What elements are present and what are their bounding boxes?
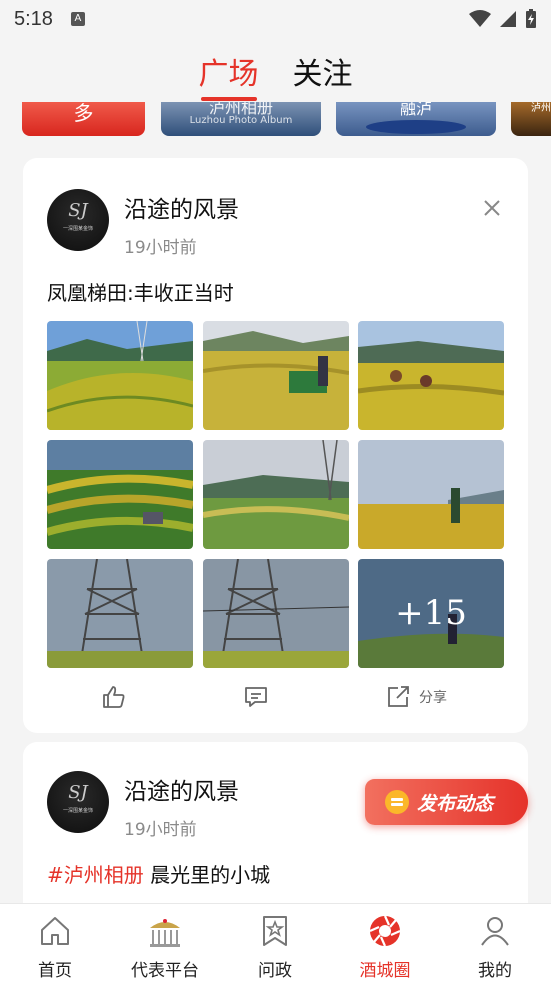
banner-disc-graphic bbox=[366, 120, 466, 134]
post-time: 19小时前 bbox=[124, 238, 197, 258]
camera-shutter-icon bbox=[369, 915, 401, 947]
nav-home[interactable]: 首页 bbox=[0, 904, 110, 981]
status-time: 5:18 bbox=[14, 7, 53, 30]
nav-representative-platform[interactable]: 代表平台 bbox=[110, 904, 220, 981]
bookmark-star-icon bbox=[263, 916, 287, 946]
status-bar: 5:18 A bbox=[0, 0, 551, 38]
post-title[interactable]: 凤凰梯田:丰收正当时 bbox=[47, 277, 234, 306]
topic-tag[interactable]: #泸州相册 bbox=[47, 863, 144, 887]
avatar-monogram: SJ bbox=[68, 782, 88, 803]
banner-more[interactable]: 多 bbox=[22, 102, 145, 136]
photo-thumbnail-more[interactable]: +15 bbox=[358, 559, 504, 668]
nav-jiucheng-circle[interactable]: 酒城圈 bbox=[330, 904, 440, 981]
banner-ronglu[interactable]: 融泸 bbox=[336, 102, 496, 136]
tab-follow[interactable]: 关注 bbox=[289, 49, 357, 93]
home-icon bbox=[41, 917, 69, 945]
hall-icon bbox=[150, 919, 180, 947]
top-tabs: 广场 关注 bbox=[0, 46, 551, 101]
banner-label: 泸州相册 bbox=[208, 102, 273, 117]
banner-label: 泸州 bbox=[531, 103, 551, 114]
thumbs-up-icon bbox=[103, 686, 125, 708]
photo-thumbnail[interactable] bbox=[203, 559, 349, 668]
like-button[interactable] bbox=[101, 680, 127, 714]
share-label: 分享 bbox=[419, 690, 447, 706]
close-icon[interactable] bbox=[482, 198, 502, 218]
banner-luzhou-album[interactable]: 泸州相册 Luzhou Photo Album bbox=[161, 102, 321, 136]
nav-label: 酒城圈 bbox=[359, 961, 411, 981]
photo-thumbnail[interactable] bbox=[203, 321, 349, 430]
battery-icon bbox=[526, 9, 536, 28]
avatar-monogram: SJ bbox=[68, 200, 88, 221]
nav-label: 问政 bbox=[258, 961, 292, 981]
nav-mine[interactable]: 我的 bbox=[440, 904, 550, 981]
banner-carousel: 多 泸州相册 Luzhou Photo Album 融泸 泸州 bbox=[22, 102, 551, 136]
avatar-caption: 一深围某金饰 bbox=[62, 226, 93, 232]
avatar[interactable]: SJ 一深围某金饰 bbox=[47, 189, 109, 251]
photo-thumbnail[interactable] bbox=[203, 440, 349, 549]
avatar-caption: 一深围某金饰 bbox=[62, 808, 93, 814]
post-card[interactable]: SJ 一深围某金饰 沿途的风景 19小时前 凤凰梯田:丰收正当时 +15 分享 bbox=[23, 158, 528, 733]
nav-label: 首页 bbox=[38, 961, 72, 981]
tab-square[interactable]: 广场 bbox=[195, 49, 263, 101]
banner-label: 多 bbox=[73, 102, 94, 125]
author-name[interactable]: 沿途的风景 bbox=[124, 190, 239, 224]
post-title[interactable]: #泸州相册 晨光里的小城 bbox=[47, 859, 270, 888]
comment-icon bbox=[245, 687, 267, 707]
nav-label: 代表平台 bbox=[131, 961, 199, 981]
photo-grid: +15 bbox=[47, 321, 505, 669]
user-icon bbox=[481, 917, 509, 946]
photo-thumbnail[interactable] bbox=[47, 321, 193, 430]
publish-post-button[interactable]: 发布动态 bbox=[365, 779, 528, 825]
author-name[interactable]: 沿途的风景 bbox=[124, 772, 239, 806]
photo-thumbnail[interactable] bbox=[47, 440, 193, 549]
publish-icon bbox=[385, 790, 409, 814]
bottom-nav: 首页 代表平台 问政 酒城圈 我的 bbox=[0, 903, 551, 981]
photo-thumbnail[interactable] bbox=[358, 440, 504, 549]
banner-label: 融泸 bbox=[399, 102, 432, 118]
nav-label: 我的 bbox=[478, 961, 512, 981]
comment-button[interactable] bbox=[243, 680, 269, 714]
post-time: 19小时前 bbox=[124, 820, 197, 840]
share-button[interactable]: 分享 bbox=[385, 680, 447, 714]
wifi-icon bbox=[469, 10, 491, 27]
post-actions: 分享 bbox=[23, 680, 528, 714]
banner-luzhou[interactable]: 泸州 bbox=[511, 102, 551, 136]
avatar[interactable]: SJ 一深围某金饰 bbox=[47, 771, 109, 833]
nav-inquiry[interactable]: 问政 bbox=[220, 904, 330, 981]
photo-thumbnail[interactable] bbox=[358, 321, 504, 430]
photo-thumbnail[interactable] bbox=[47, 559, 193, 668]
publish-label: 发布动态 bbox=[417, 792, 494, 815]
more-photos-count: +15 bbox=[395, 593, 467, 633]
post-title-text: 晨光里的小城 bbox=[150, 863, 271, 887]
notification-icon: A bbox=[70, 12, 85, 26]
banner-sublabel: Luzhou Photo Album bbox=[189, 115, 293, 126]
share-icon bbox=[388, 686, 409, 707]
signal-icon bbox=[500, 11, 516, 27]
